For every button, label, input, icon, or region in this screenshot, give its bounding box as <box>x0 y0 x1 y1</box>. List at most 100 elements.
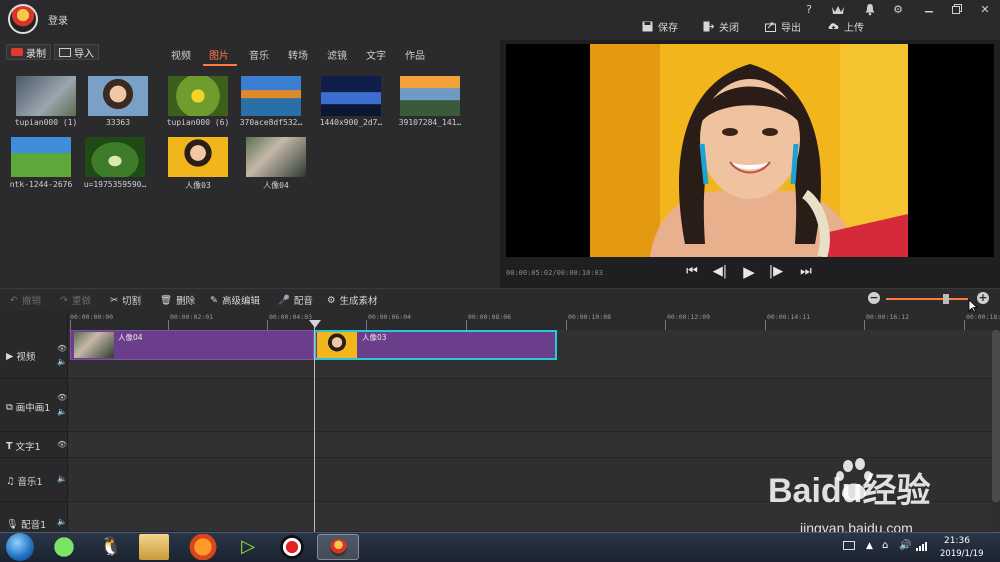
media-thumb[interactable] <box>241 76 301 116</box>
track-label-text: T 文字1 <box>6 439 41 454</box>
track-pip[interactable] <box>68 379 992 432</box>
eye-icon[interactable]: 👁 <box>57 344 67 353</box>
gear-icon[interactable]: ⚙ <box>889 3 907 17</box>
tab-images[interactable]: 图片 <box>209 47 229 62</box>
vip-icon[interactable] <box>829 3 847 17</box>
exit-button[interactable]: 关闭 <box>703 18 739 34</box>
timeline-scrollbar[interactable] <box>992 330 1000 502</box>
clock-date[interactable]: 2019/1/19 <box>940 549 984 559</box>
usb-icon[interactable]: ⌂ <box>882 540 888 551</box>
video-editor-taskbar-icon[interactable] <box>317 534 359 560</box>
delete-button[interactable]: 🗑 删除 <box>160 293 196 308</box>
export-button[interactable]: 导出 <box>765 18 801 34</box>
skip-forward-icon[interactable]: ⏭ <box>798 264 814 280</box>
tab-music[interactable]: 音乐 <box>249 47 269 62</box>
ruler-tick <box>665 320 666 330</box>
skip-back-icon[interactable]: ⏮ <box>684 264 700 280</box>
save-button[interactable]: 保存 <box>642 18 678 34</box>
start-button-icon[interactable] <box>6 533 34 561</box>
volume-icon[interactable]: 🔊 <box>899 540 911 551</box>
undo-button[interactable]: ↶ 撤销 <box>10 293 41 308</box>
import-button[interactable]: 导入 <box>54 44 99 60</box>
eye-icon[interactable]: 👁 <box>57 393 67 402</box>
microphone-icon: 🎤 <box>278 294 290 306</box>
exit-icon <box>703 21 714 31</box>
restore-icon[interactable] <box>948 3 966 17</box>
firefox-icon[interactable] <box>186 534 220 560</box>
tab-video[interactable]: 视频 <box>171 47 191 62</box>
ruler-tick <box>366 320 367 330</box>
ruler-tick <box>70 320 71 330</box>
text-track-icon: T <box>6 440 13 452</box>
playhead-handle[interactable] <box>309 320 321 328</box>
speaker-icon[interactable]: 🔈 <box>57 474 67 483</box>
media-thumb[interactable] <box>246 137 306 177</box>
speaker-icon[interactable]: 🔈 <box>57 407 67 416</box>
360-browser-icon[interactable] <box>47 534 81 560</box>
video-track-icon: ▶ <box>6 350 14 362</box>
speaker-icon[interactable]: 🔈 <box>57 357 67 366</box>
clock-time[interactable]: 21:36 <box>944 536 970 546</box>
media-label: 370ace8df532… <box>239 118 303 127</box>
zoom-in-icon[interactable]: + <box>977 292 989 304</box>
tab-text[interactable]: 文字 <box>366 47 386 62</box>
playhead[interactable] <box>314 322 315 532</box>
media-thumb[interactable] <box>321 76 381 116</box>
ruler-tick <box>168 320 169 330</box>
next-frame-icon[interactable]: |▶ <box>768 264 784 280</box>
ruler-label: 00:00:16:12 <box>866 313 910 321</box>
cut-button[interactable]: ✂ 切割 <box>110 293 141 308</box>
generate-material-button[interactable]: ⚙ 生成素材 <box>327 293 378 308</box>
zoom-slider[interactable] <box>886 298 968 300</box>
media-thumb[interactable] <box>85 137 145 177</box>
login-link[interactable]: 登录 <box>48 12 68 27</box>
bell-icon[interactable] <box>861 3 879 17</box>
file-explorer-icon[interactable] <box>139 534 169 560</box>
upload-button[interactable]: 上传 <box>828 18 864 34</box>
import-label: 导入 <box>74 48 94 60</box>
import-icon <box>59 47 71 57</box>
upload-icon <box>828 22 839 31</box>
minimize-icon[interactable] <box>920 3 938 17</box>
advanced-edit-button[interactable]: ✎ 高级编辑 <box>210 293 260 308</box>
qq-icon[interactable]: 🐧 <box>94 534 128 560</box>
scissors-icon: ✂ <box>110 294 118 306</box>
dub-button[interactable]: 🎤 配音 <box>278 293 313 308</box>
media-label: u=1975359590… <box>83 180 147 189</box>
tab-transitions[interactable]: 转场 <box>288 47 308 62</box>
zoom-slider-handle[interactable] <box>943 294 949 304</box>
keyboard-icon[interactable] <box>843 541 855 550</box>
screen-recorder-icon[interactable] <box>275 534 309 560</box>
help-icon[interactable]: ? <box>800 3 818 17</box>
media-thumb[interactable] <box>168 76 228 116</box>
tray-expand-icon[interactable]: ▲ <box>866 541 873 551</box>
media-thumb[interactable] <box>11 137 71 177</box>
media-thumb[interactable] <box>16 76 76 116</box>
media-thumb[interactable] <box>168 137 228 177</box>
eye-icon[interactable]: 👁 <box>57 440 67 449</box>
record-button[interactable]: 录制 <box>6 44 51 60</box>
track-name: 视频 <box>16 352 36 363</box>
redo-button[interactable]: ↷ 重做 <box>60 293 91 308</box>
music-note-icon: ♫ <box>6 475 15 487</box>
prev-frame-icon[interactable]: ◀| <box>712 264 728 280</box>
tab-works[interactable]: 作品 <box>405 47 425 62</box>
media-thumb[interactable] <box>400 76 460 116</box>
close-icon[interactable]: ✕ <box>976 3 994 17</box>
save-label: 保存 <box>658 22 678 34</box>
zoom-out-icon[interactable]: − <box>868 292 880 304</box>
play-icon[interactable]: ▶ <box>741 264 757 280</box>
track-text[interactable] <box>68 432 992 458</box>
clip-label: 人像04 <box>118 333 143 342</box>
delete-label: 删除 <box>176 296 196 307</box>
active-tab-indicator <box>203 64 237 66</box>
speaker-icon[interactable]: 🔈 <box>57 517 67 526</box>
cut-label: 切割 <box>121 296 141 307</box>
media-thumb[interactable] <box>88 76 148 116</box>
tab-filters[interactable]: 滤镜 <box>327 47 347 62</box>
track-name: 文字1 <box>15 442 41 453</box>
network-icon[interactable] <box>915 541 929 551</box>
media-label: tupian000 (6) <box>166 118 230 127</box>
media-player-icon[interactable]: ▷ <box>231 534 265 560</box>
media-label: tupian000 (1) <box>14 118 78 127</box>
